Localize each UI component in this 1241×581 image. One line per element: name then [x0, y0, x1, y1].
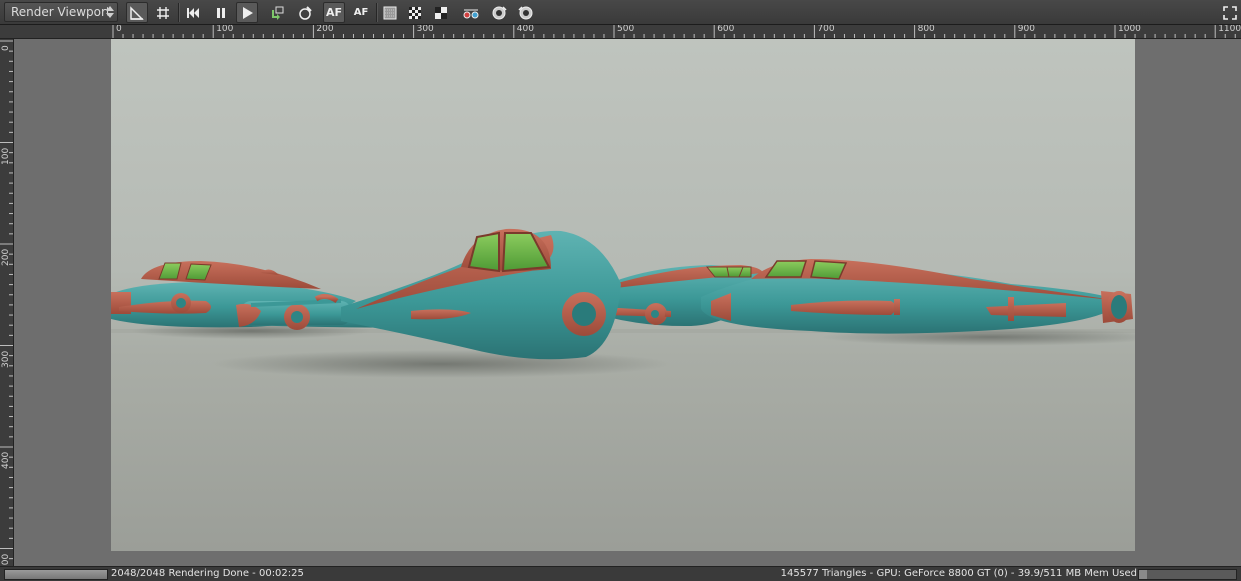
autofocus-button[interactable]: AF: [323, 2, 345, 23]
ruler-h-label: 400: [516, 25, 534, 34]
vertical-ruler: 0 100 200 300 400 500: [0, 39, 14, 566]
autofocus-pick-icon: AF: [353, 7, 369, 18]
ruler-h-label: 100: [216, 25, 234, 34]
ruler-h-label: 500: [617, 25, 635, 34]
camera-rotate-icon: [492, 5, 507, 19]
pause-button[interactable]: [210, 2, 232, 23]
ruler-h-label: 0: [116, 25, 122, 34]
ruler-v-label: 100: [1, 147, 11, 165]
grid-icon: [157, 6, 169, 19]
ruler-h-label: 600: [717, 25, 735, 34]
material-picker-button[interactable]: [294, 2, 316, 23]
render-progress-bar: [4, 569, 108, 580]
ruler-v-label: 200: [1, 248, 11, 266]
render-canvas[interactable]: [111, 39, 1135, 551]
noise-pattern-icon: [383, 6, 397, 19]
select-arrows-icon: [105, 4, 114, 20]
refresh-scene-button[interactable]: [266, 2, 288, 23]
memory-usage-bar: [1138, 569, 1237, 580]
noise-pattern-button[interactable]: [379, 2, 401, 23]
camera-rotate-alt-button[interactable]: [515, 2, 537, 23]
autofocus-pick-button[interactable]: AF: [350, 2, 372, 23]
stereo-glasses-button[interactable]: [460, 2, 482, 23]
material-picker-icon: [299, 5, 312, 20]
toolbar-separator: [178, 3, 180, 22]
ruler-h-label: 1100: [1218, 25, 1241, 34]
toolbar: Render Viewport AF AF: [0, 0, 1241, 25]
restart-icon: [187, 7, 199, 18]
grid-button[interactable]: [152, 2, 174, 23]
checker-large-button[interactable]: [430, 2, 452, 23]
play-icon: [243, 6, 253, 19]
checker-icon: [409, 6, 421, 19]
restart-button[interactable]: [182, 2, 204, 23]
pause-icon: [217, 7, 225, 18]
ruler-v-label: 400: [1, 451, 11, 469]
ruler-v-label: 0: [1, 45, 11, 51]
ruler-h-label: 700: [817, 25, 835, 34]
spaceship-right: [701, 259, 1133, 334]
ruler-v-label: 500: [1, 553, 11, 566]
rendered-scene: [111, 228, 1135, 378]
camera-rotate-button[interactable]: [488, 2, 510, 23]
viewport-select[interactable]: Render Viewport: [4, 2, 118, 22]
status-bar: 2048/2048 Rendering Done - 00:02:25 1455…: [0, 566, 1241, 581]
horizontal-ruler: 0 100 200 300 400 500 600 700 800 900 1000 1100: [0, 25, 1241, 39]
fullscreen-button[interactable]: [1219, 2, 1241, 23]
toolbar-separator: [376, 3, 378, 22]
render-status-text: 2048/2048 Rendering Done - 00:02:25: [111, 568, 304, 579]
region-tool-button[interactable]: [126, 2, 148, 23]
viewport-select-value: Render Viewport: [11, 5, 111, 19]
gpu-stats-text: 145577 Triangles - GPU: GeForce 8800 GT …: [780, 568, 1137, 579]
ruler-h-label: 900: [1017, 25, 1035, 34]
fullscreen-icon: [1223, 5, 1237, 20]
checker-button[interactable]: [404, 2, 426, 23]
refresh-scene-icon: [272, 6, 284, 20]
ruler-h-label: 1000: [1118, 25, 1141, 34]
play-button[interactable]: [236, 2, 258, 23]
region-tool-icon: [130, 5, 144, 20]
checker-large-icon: [435, 6, 447, 19]
ruler-h-label: 800: [917, 25, 935, 34]
ruler-v-label: 300: [1, 350, 11, 368]
autofocus-icon: AF: [325, 6, 343, 19]
camera-rotate-alt-icon: [518, 5, 533, 19]
ship-shadow: [211, 350, 671, 378]
stereo-glasses-icon: [463, 9, 479, 18]
ruler-h-label: 200: [316, 25, 334, 34]
ruler-h-label: 300: [416, 25, 434, 34]
